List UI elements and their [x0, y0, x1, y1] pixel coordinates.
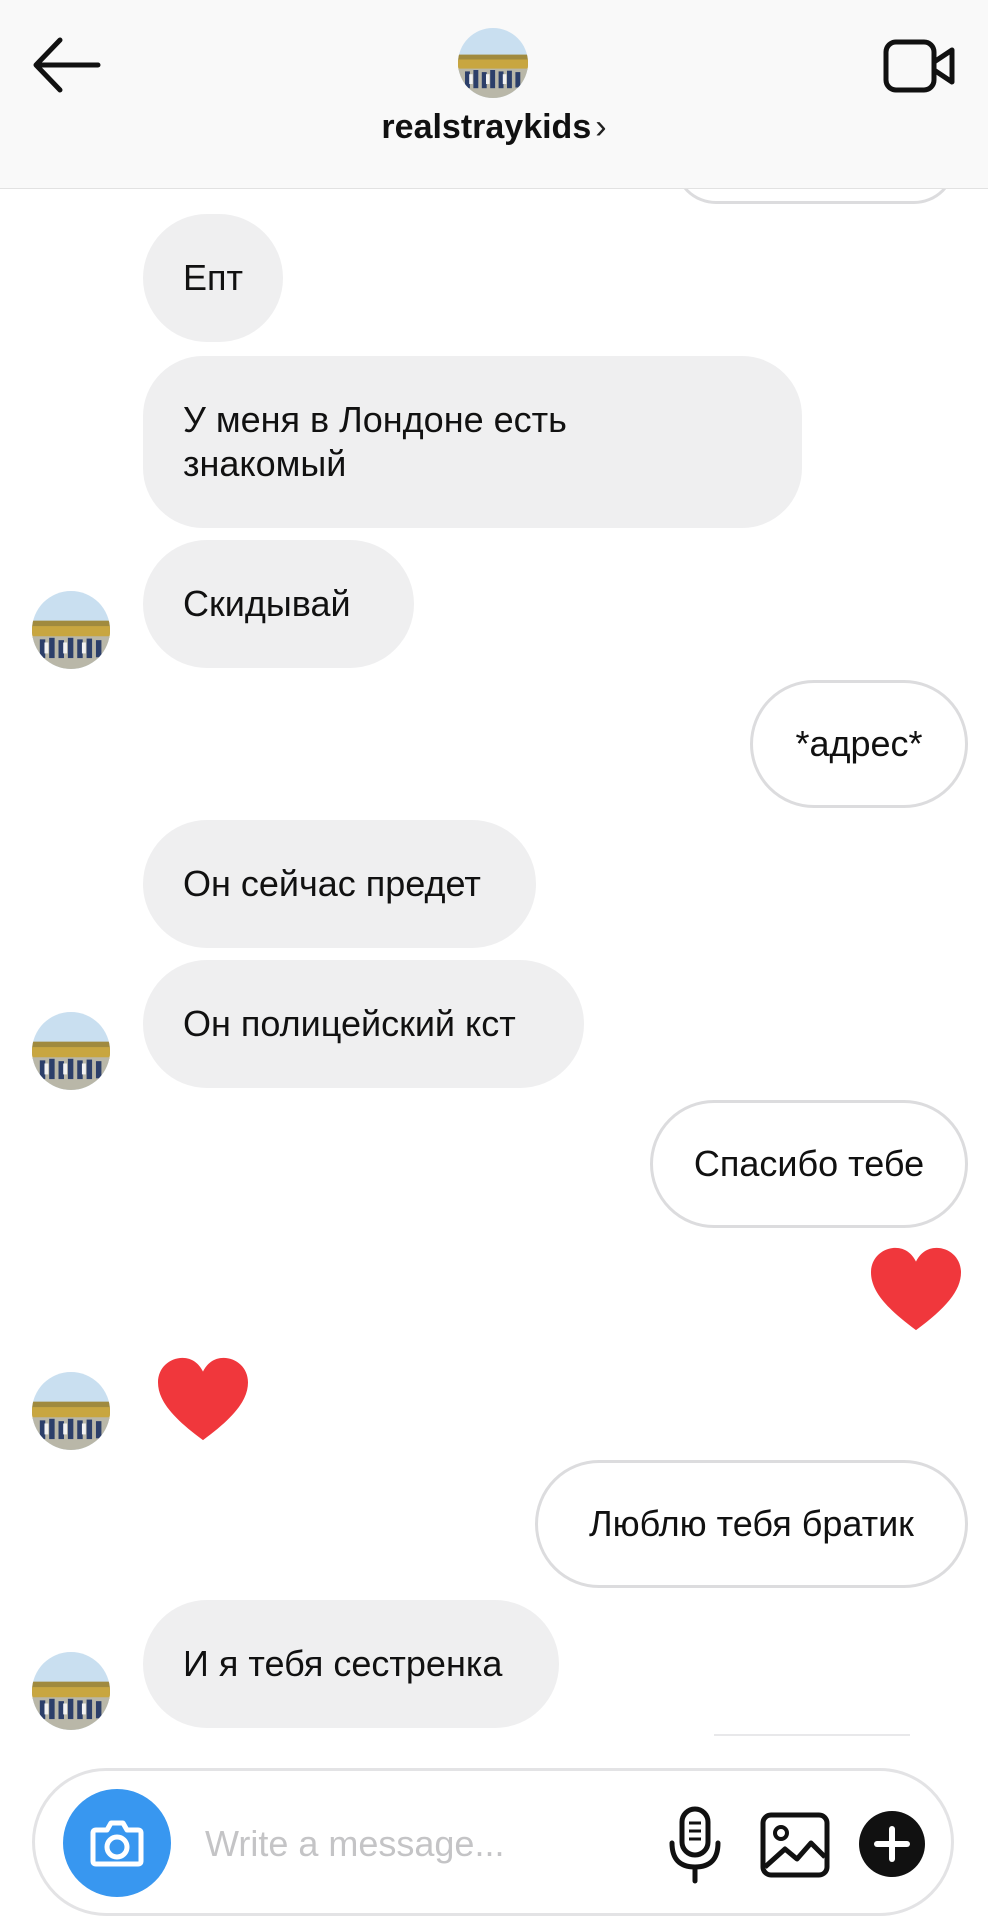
camera-button[interactable] — [63, 1789, 171, 1897]
arrow-left-icon — [33, 37, 101, 93]
message-text: Епт — [183, 257, 243, 298]
back-button[interactable] — [28, 30, 104, 100]
message-text: У меня в Лондоне есть знакомый — [183, 399, 567, 484]
username: realstraykids — [381, 108, 592, 146]
message-input[interactable] — [203, 1811, 677, 1877]
chevron-right-icon: › — [595, 108, 607, 146]
message-text: Скидывай — [183, 583, 351, 624]
gallery-button[interactable] — [757, 1809, 833, 1881]
message-bubble[interactable]: Он сейчас предет — [143, 820, 536, 948]
message-bubble[interactable]: Он полицейский кст — [143, 960, 584, 1088]
message-text: Он сейчас предет — [183, 863, 481, 904]
message-bubble[interactable]: Скидывай — [143, 540, 414, 668]
microphone-icon — [669, 1806, 721, 1884]
message-text: И я тебя сестренка — [183, 1643, 503, 1684]
voice-message-button[interactable] — [665, 1803, 725, 1887]
video-camera-icon — [883, 39, 955, 93]
more-button[interactable] — [857, 1809, 927, 1879]
message-text: *адрес* — [795, 723, 923, 764]
divider — [714, 1734, 910, 1736]
message-bubble[interactable]: И я тебя сестренка — [143, 1600, 559, 1728]
sender-avatar[interactable] — [32, 1012, 110, 1090]
message-bubble[interactable]: Люблю тебя братик — [535, 1460, 968, 1588]
message-bubble[interactable]: Спасибо тебе — [650, 1100, 968, 1228]
sender-avatar[interactable] — [32, 1372, 110, 1450]
video-call-button[interactable] — [882, 36, 958, 96]
header-avatar[interactable] — [458, 28, 528, 98]
chat-title[interactable]: realstraykids › — [0, 108, 988, 147]
message-thread: Епт У меня в Лондоне есть знакомый Скиды… — [0, 0, 988, 1920]
heart-reaction-incoming[interactable] — [153, 1354, 253, 1449]
camera-icon — [90, 1820, 144, 1867]
heart-reaction-outgoing[interactable] — [866, 1244, 966, 1339]
sender-avatar[interactable] — [32, 591, 110, 669]
heart-icon — [158, 1357, 248, 1441]
gallery-icon — [760, 1812, 830, 1878]
plus-icon — [859, 1811, 925, 1877]
message-text: Он полицейский кст — [183, 1003, 516, 1044]
message-text: Спасибо тебе — [693, 1143, 925, 1184]
heart-icon — [871, 1247, 961, 1331]
message-bubble[interactable]: Епт — [143, 214, 283, 342]
message-text: Люблю тебя братик — [589, 1503, 914, 1544]
chat-header: realstraykids › — [0, 0, 988, 189]
message-composer — [32, 1768, 954, 1916]
sender-avatar[interactable] — [32, 1652, 110, 1730]
message-bubble[interactable]: *адрес* — [750, 680, 968, 808]
message-bubble[interactable]: У меня в Лондоне есть знакомый — [143, 356, 802, 528]
